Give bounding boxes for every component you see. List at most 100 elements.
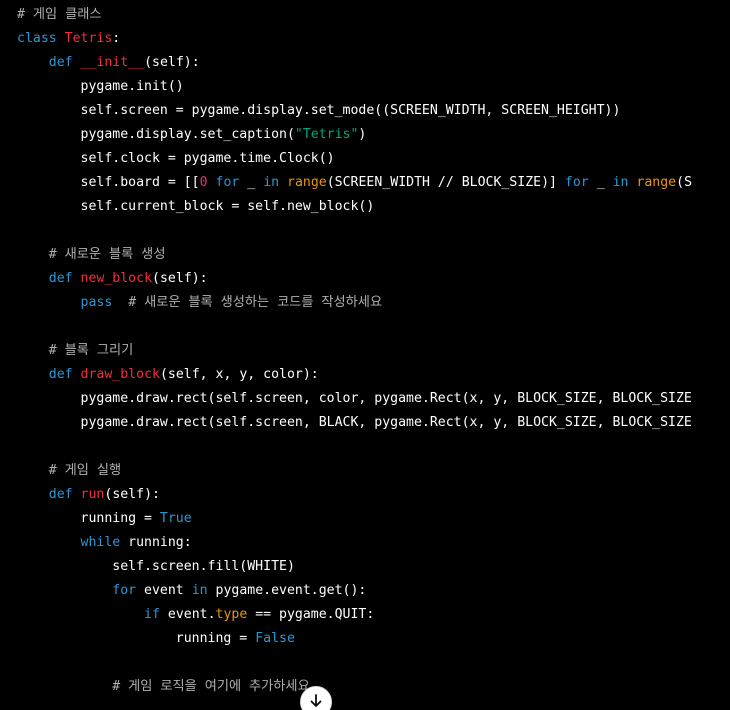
code-token-default: self.clock = pygame.time.Clock() [17, 151, 335, 166]
code-token-comment: # 게임 클래스 [17, 7, 102, 22]
code-lines: # 게임 클래스 class Tetris: def __init__(self)… [17, 3, 692, 699]
code-token-default: self.screen = pygame.display.set_mode((S… [17, 103, 621, 118]
code-line: def new_block(self): [17, 267, 692, 291]
code-token-default: pygame.display.set_caption( [17, 127, 295, 142]
code-token-keyword: if [144, 607, 160, 622]
code-token-default [279, 175, 287, 190]
code-token-default [17, 607, 144, 622]
code-token-keyword: for [564, 175, 589, 190]
code-token-default: (self): [152, 271, 208, 286]
code-token-keyword: class [17, 31, 57, 46]
code-line: def __init__(self): [17, 51, 692, 75]
code-line: pass # 새로운 블록 생성하는 코드를 작성하세요 [17, 291, 692, 315]
code-token-keyword: while [80, 535, 121, 550]
code-line: running = True [17, 507, 692, 531]
code-token-default [17, 679, 112, 694]
code-token-default [57, 31, 65, 46]
code-token-default [208, 175, 216, 190]
code-token-default [17, 343, 49, 358]
code-token-comment: # 게임 로직을 여기에 추가하세요 [112, 679, 310, 694]
code-token-default: pygame.draw.rect(self.screen, color, pyg… [17, 391, 692, 406]
code-token-default [73, 367, 81, 382]
code-token-func: __init__ [80, 55, 145, 70]
code-line: running = False [17, 627, 692, 651]
code-token-comment: # 새로운 블록 생성 [48, 247, 166, 262]
code-token-default: pygame.event.get(): [207, 583, 367, 598]
code-token-keyword: False [255, 631, 295, 646]
code-token-func: run [80, 487, 105, 502]
code-token-builtin: range [636, 175, 677, 190]
code-token-default [17, 247, 49, 262]
code-token-default [17, 55, 49, 70]
code-token-default: running = [17, 631, 256, 646]
code-token-default [73, 271, 81, 286]
code-token-keyword: def [48, 487, 73, 502]
code-token-default: ) [358, 127, 367, 142]
code-line: self.screen.fill(WHITE) [17, 555, 692, 579]
code-token-comment: # 새로운 블록 생성하는 코드를 작성하세요 [128, 295, 383, 310]
code-line: if event.type == pygame.QUIT: [17, 603, 692, 627]
code-line: self.current_block = self.new_block() [17, 195, 692, 219]
code-token-keyword: True [159, 511, 192, 526]
code-line: self.clock = pygame.time.Clock() [17, 147, 692, 171]
code-line: # 게임 로직을 여기에 추가하세요 [17, 675, 692, 699]
code-line: pygame.init() [17, 75, 692, 99]
code-token-keyword: pass [80, 295, 113, 310]
code-token-default: (self, x, y, color): [159, 367, 319, 382]
scroll-down-button[interactable] [300, 686, 332, 710]
code-line: # 새로운 블록 생성 [17, 243, 692, 267]
code-token-default [17, 367, 49, 382]
code-token-comment: # 블록 그리기 [48, 343, 134, 358]
code-line: class Tetris: [17, 27, 692, 51]
code-token-default: event [136, 583, 192, 598]
code-token-default: _ [588, 175, 613, 190]
code-token-default: pygame.draw.rect(self.screen, BLACK, pyg… [17, 415, 692, 430]
code-token-func: new_block [80, 271, 153, 286]
code-line: # 블록 그리기 [17, 339, 692, 363]
code-line: # 게임 클래스 [17, 3, 692, 27]
code-line: pygame.display.set_caption("Tetris") [17, 123, 692, 147]
code-token-default: (SCREEN_WIDTH // BLOCK_SIZE)] [326, 175, 565, 190]
code-token-keyword: def [48, 271, 73, 286]
code-line: def draw_block(self, x, y, color): [17, 363, 692, 387]
code-token-default: == pygame.QUIT: [247, 607, 375, 622]
code-block: # 게임 클래스 class Tetris: def __init__(self)… [0, 0, 730, 710]
code-line: self.screen = pygame.display.set_mode((S… [17, 99, 692, 123]
code-line: pygame.draw.rect(self.screen, BLACK, pyg… [17, 411, 692, 435]
code-token-default: (self): [104, 487, 160, 502]
code-token-keyword: def [48, 55, 73, 70]
code-token-keyword: for [112, 583, 137, 598]
code-token-default [112, 295, 128, 310]
code-line: self.board = [[0 for _ in range(SCREEN_W… [17, 171, 693, 195]
code-token-default: running = [17, 511, 160, 526]
code-token-default: self.screen.fill(WHITE) [17, 559, 295, 574]
code-token-default [73, 487, 81, 502]
code-token-default [17, 583, 112, 598]
code-token-default: pygame.init() [17, 79, 184, 94]
code-token-func: draw_block [80, 367, 160, 382]
code-token-builtin: type [215, 607, 248, 622]
arrow-down-icon [310, 694, 322, 707]
code-token-builtin: range [287, 175, 327, 190]
code-token-keyword: in [263, 175, 280, 190]
code-line: for event in pygame.event.get(): [17, 579, 692, 603]
code-token-default [17, 463, 49, 478]
code-token-default [17, 271, 49, 286]
code-token-default [17, 295, 81, 310]
code-line: while running: [17, 531, 692, 555]
code-token-keyword: def [48, 367, 73, 382]
code-token-default: self.current_block = self.new_block() [17, 199, 375, 214]
code-token-keyword: for [215, 175, 240, 190]
code-token-string: "Tetris" [294, 127, 359, 142]
code-token-default: self.board = [[ [17, 175, 200, 190]
code-token-class: Tetris [64, 31, 113, 46]
code-token-default: (self): [144, 55, 200, 70]
code-line: pygame.draw.rect(self.screen, color, pyg… [17, 387, 692, 411]
code-token-keyword: in [191, 583, 208, 598]
code-token-default [17, 535, 81, 550]
code-token-default [17, 487, 49, 502]
